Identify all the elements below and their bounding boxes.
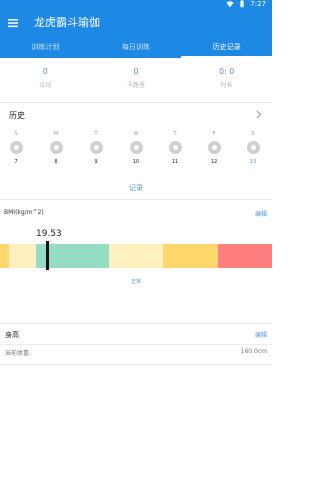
calendar-day[interactable]: T 11 <box>165 131 185 165</box>
app-title: 龙虎霸斗瑜伽 <box>34 16 100 29</box>
height-title: 身高 <box>5 331 19 339</box>
bmi-status: 正常 <box>130 279 141 285</box>
day-marker-icon <box>168 141 182 154</box>
divider <box>0 344 272 345</box>
day-letter: W <box>133 131 139 137</box>
stat-value: 0 <box>133 67 139 76</box>
stat-value: 0 <box>42 67 48 76</box>
day-date: 11 <box>171 159 179 165</box>
bmi-segment-severely-obese <box>218 244 272 268</box>
height-value: 160.0cm <box>240 348 267 355</box>
day-marker-icon <box>49 141 63 154</box>
stat-exercise: 0 运动 <box>0 58 91 102</box>
tab-history[interactable]: 历史记录 <box>181 38 272 58</box>
day-marker-icon <box>89 141 103 154</box>
calendar-day[interactable]: W 10 <box>126 131 146 165</box>
day-letter: F <box>212 131 216 137</box>
bmi-value: 19.53 <box>36 229 62 239</box>
stat-duration: 0: 0 时长 <box>181 58 272 102</box>
status-time: 7:27 <box>250 0 266 8</box>
height-label: 当前体重: <box>5 350 32 357</box>
calendar-day-today[interactable]: S 13 <box>243 131 263 165</box>
calendar-day[interactable]: M 8 <box>46 131 66 165</box>
day-date: 10 <box>132 159 140 165</box>
bmi-pointer <box>46 241 49 270</box>
day-date: 8 <box>54 159 58 165</box>
day-date: 13 <box>249 159 257 165</box>
history-header[interactable]: 历史 <box>0 104 272 126</box>
day-marker-icon <box>207 141 221 154</box>
app-bar: 龙虎霸斗瑜伽 <box>0 10 272 38</box>
height-header: 身高 编辑 <box>0 328 272 342</box>
battery-icon <box>240 0 244 8</box>
divider <box>0 364 272 365</box>
day-marker-icon <box>129 141 143 154</box>
stat-label: 卡路里 <box>127 82 146 89</box>
day-letter: S <box>14 131 18 137</box>
calendar-day[interactable]: F 12 <box>204 131 224 165</box>
day-marker-icon <box>246 141 260 154</box>
height-edit-button[interactable]: 编辑 <box>255 330 267 339</box>
bmi-segment-overweight <box>109 244 163 268</box>
day-letter: T <box>94 131 98 137</box>
bmi-scale-bar <box>0 244 272 268</box>
bmi-segment-underweight-severe <box>0 244 9 268</box>
bmi-segment-underweight <box>9 244 36 268</box>
bmi-edit-button[interactable]: 编辑 <box>255 209 267 218</box>
day-date: 9 <box>94 159 98 165</box>
wifi-icon <box>226 1 234 8</box>
day-letter: T <box>173 131 177 137</box>
tab-daily-training[interactable]: 每日训练 <box>91 38 182 58</box>
record-link[interactable]: 记录 <box>0 183 272 193</box>
tab-training-plan[interactable]: 训练计划 <box>0 38 91 58</box>
bmi-title: BMI(kg/m^2) <box>4 209 44 216</box>
calendar-day[interactable]: S 7 <box>6 131 26 165</box>
day-marker-icon <box>9 141 23 154</box>
chevron-right-icon[interactable] <box>256 110 262 119</box>
app-screen: 7:27 龙虎霸斗瑜伽 训练计划 每日训练 历史记录 0 运动 0 卡路里 0:… <box>0 0 272 485</box>
calendar-day[interactable]: T 9 <box>86 131 106 165</box>
day-date: 12 <box>210 159 218 165</box>
height-row: 当前体重: 160.0cm <box>0 348 272 360</box>
week-calendar: S 7 M 8 T 9 W 10 T 11 F 12 S 13 <box>0 131 272 177</box>
stat-label: 运动 <box>39 82 52 89</box>
day-date: 7 <box>14 159 18 165</box>
day-letter: M <box>53 131 59 137</box>
history-title: 历史 <box>9 111 25 120</box>
stats-summary: 0 运动 0 卡路里 0: 0 时长 <box>0 58 272 103</box>
stat-label: 时长 <box>220 82 233 89</box>
tab-bar: 训练计划 每日训练 历史记录 <box>0 38 272 58</box>
stat-value: 0: 0 <box>218 67 235 76</box>
bmi-segment-obese <box>163 244 218 268</box>
bmi-header: BMI(kg/m^2) 编辑 <box>0 205 272 221</box>
divider <box>0 323 272 324</box>
divider <box>0 199 272 200</box>
day-letter: S <box>251 131 255 137</box>
menu-icon[interactable] <box>6 16 20 30</box>
stat-calories: 0 卡路里 <box>91 58 182 102</box>
status-bar: 7:27 <box>0 0 272 10</box>
